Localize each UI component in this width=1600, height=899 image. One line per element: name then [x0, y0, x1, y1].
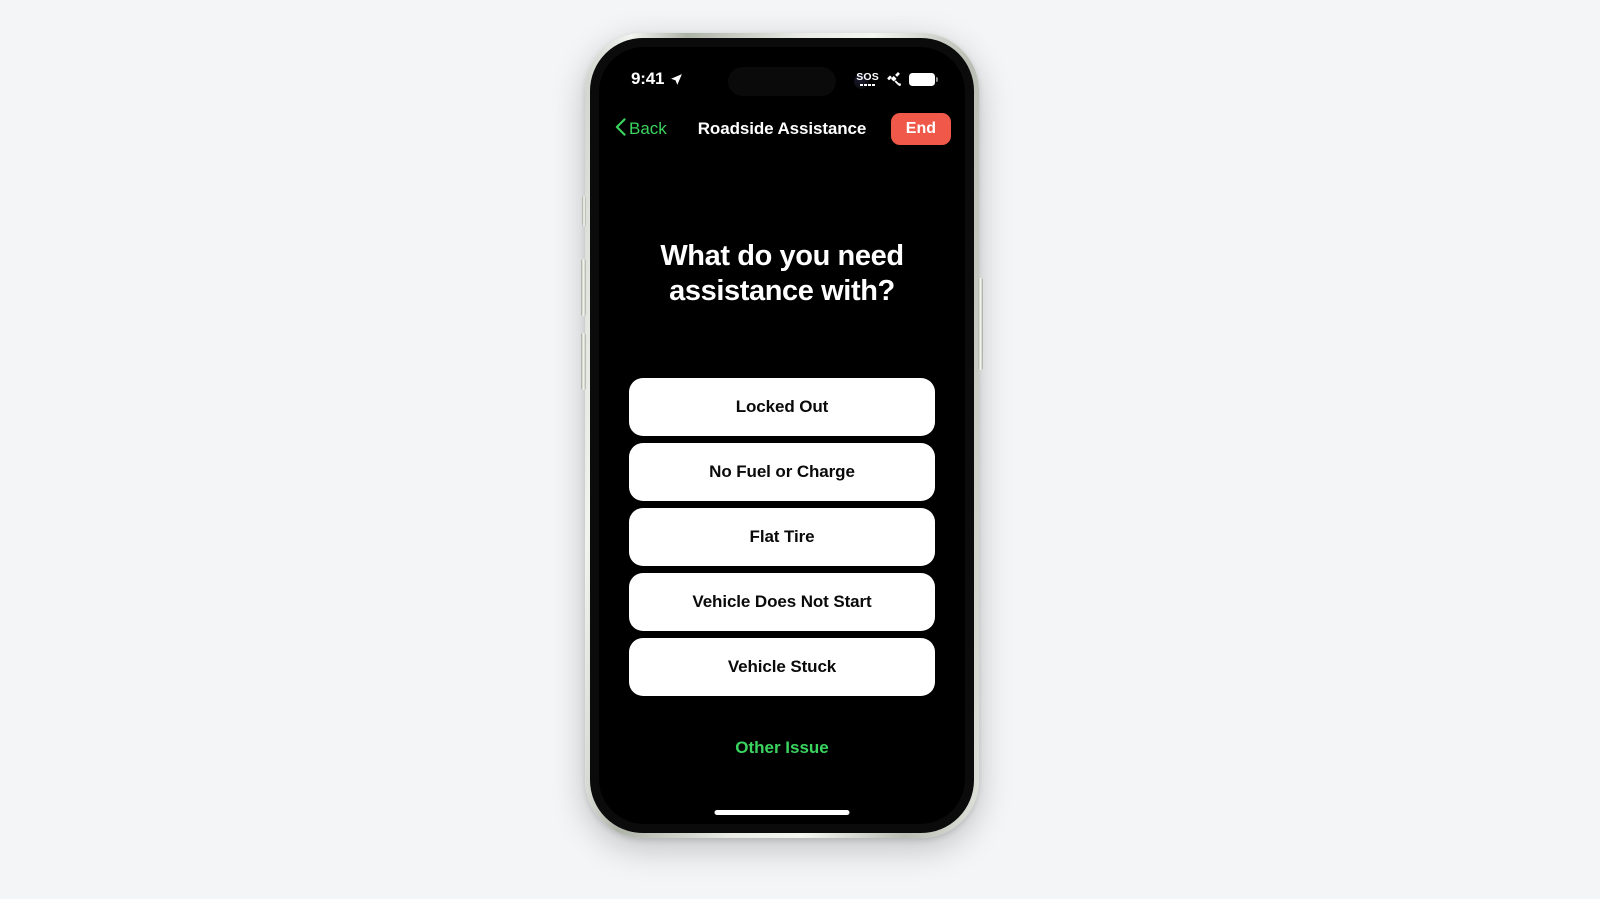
assistance-options-list: Locked Out No Fuel or Charge Flat Tire V…	[629, 377, 935, 696]
battery-full-icon	[909, 72, 938, 86]
end-button[interactable]: End	[890, 113, 951, 145]
status-bar-right: SOS	[856, 61, 938, 87]
headline-question: What do you need assistance with?	[660, 240, 904, 308]
back-button[interactable]: Back	[609, 114, 673, 145]
phone-screen: 9:41 SOS Back Roadside Assistance End Wh…	[599, 47, 965, 824]
option-vehicle-stuck[interactable]: Vehicle Stuck	[629, 637, 935, 696]
navigation-bar: Back Roadside Assistance End	[599, 101, 965, 157]
option-locked-out[interactable]: Locked Out	[629, 377, 935, 436]
status-bar-time: 9:41	[631, 69, 665, 88]
other-issue-container: Other Issue	[599, 732, 965, 764]
option-vehicle-does-not-start[interactable]: Vehicle Does Not Start	[629, 572, 935, 631]
status-bar-left: 9:41	[631, 59, 683, 89]
status-bar: 9:41 SOS	[599, 47, 965, 101]
sos-label: SOS	[856, 70, 879, 83]
home-indicator[interactable]	[714, 810, 850, 815]
back-button-label: Back	[629, 119, 667, 138]
iphone-device-frame: 9:41 SOS Back Roadside Assistance End Wh…	[581, 33, 983, 838]
main-content: What do you need assistance with? Locked…	[599, 157, 965, 824]
device-bezel: 9:41 SOS Back Roadside Assistance End Wh…	[590, 38, 974, 833]
silence-switch-button[interactable]	[582, 196, 586, 226]
option-no-fuel-or-charge[interactable]: No Fuel or Charge	[629, 442, 935, 501]
power-button[interactable]	[978, 278, 983, 370]
other-issue-button[interactable]: Other Issue	[725, 732, 839, 764]
volume-down-button[interactable]	[581, 333, 586, 390]
signal-dots-icon	[860, 83, 875, 87]
location-arrow-icon	[670, 63, 683, 86]
screenshot-stage: 9:41 SOS Back Roadside Assistance End Wh…	[0, 0, 1600, 899]
sos-indicator: SOS	[856, 72, 879, 87]
satellite-icon	[886, 71, 902, 87]
option-flat-tire[interactable]: Flat Tire	[629, 507, 935, 566]
volume-up-button[interactable]	[581, 259, 586, 316]
chevron-left-icon	[615, 117, 626, 141]
